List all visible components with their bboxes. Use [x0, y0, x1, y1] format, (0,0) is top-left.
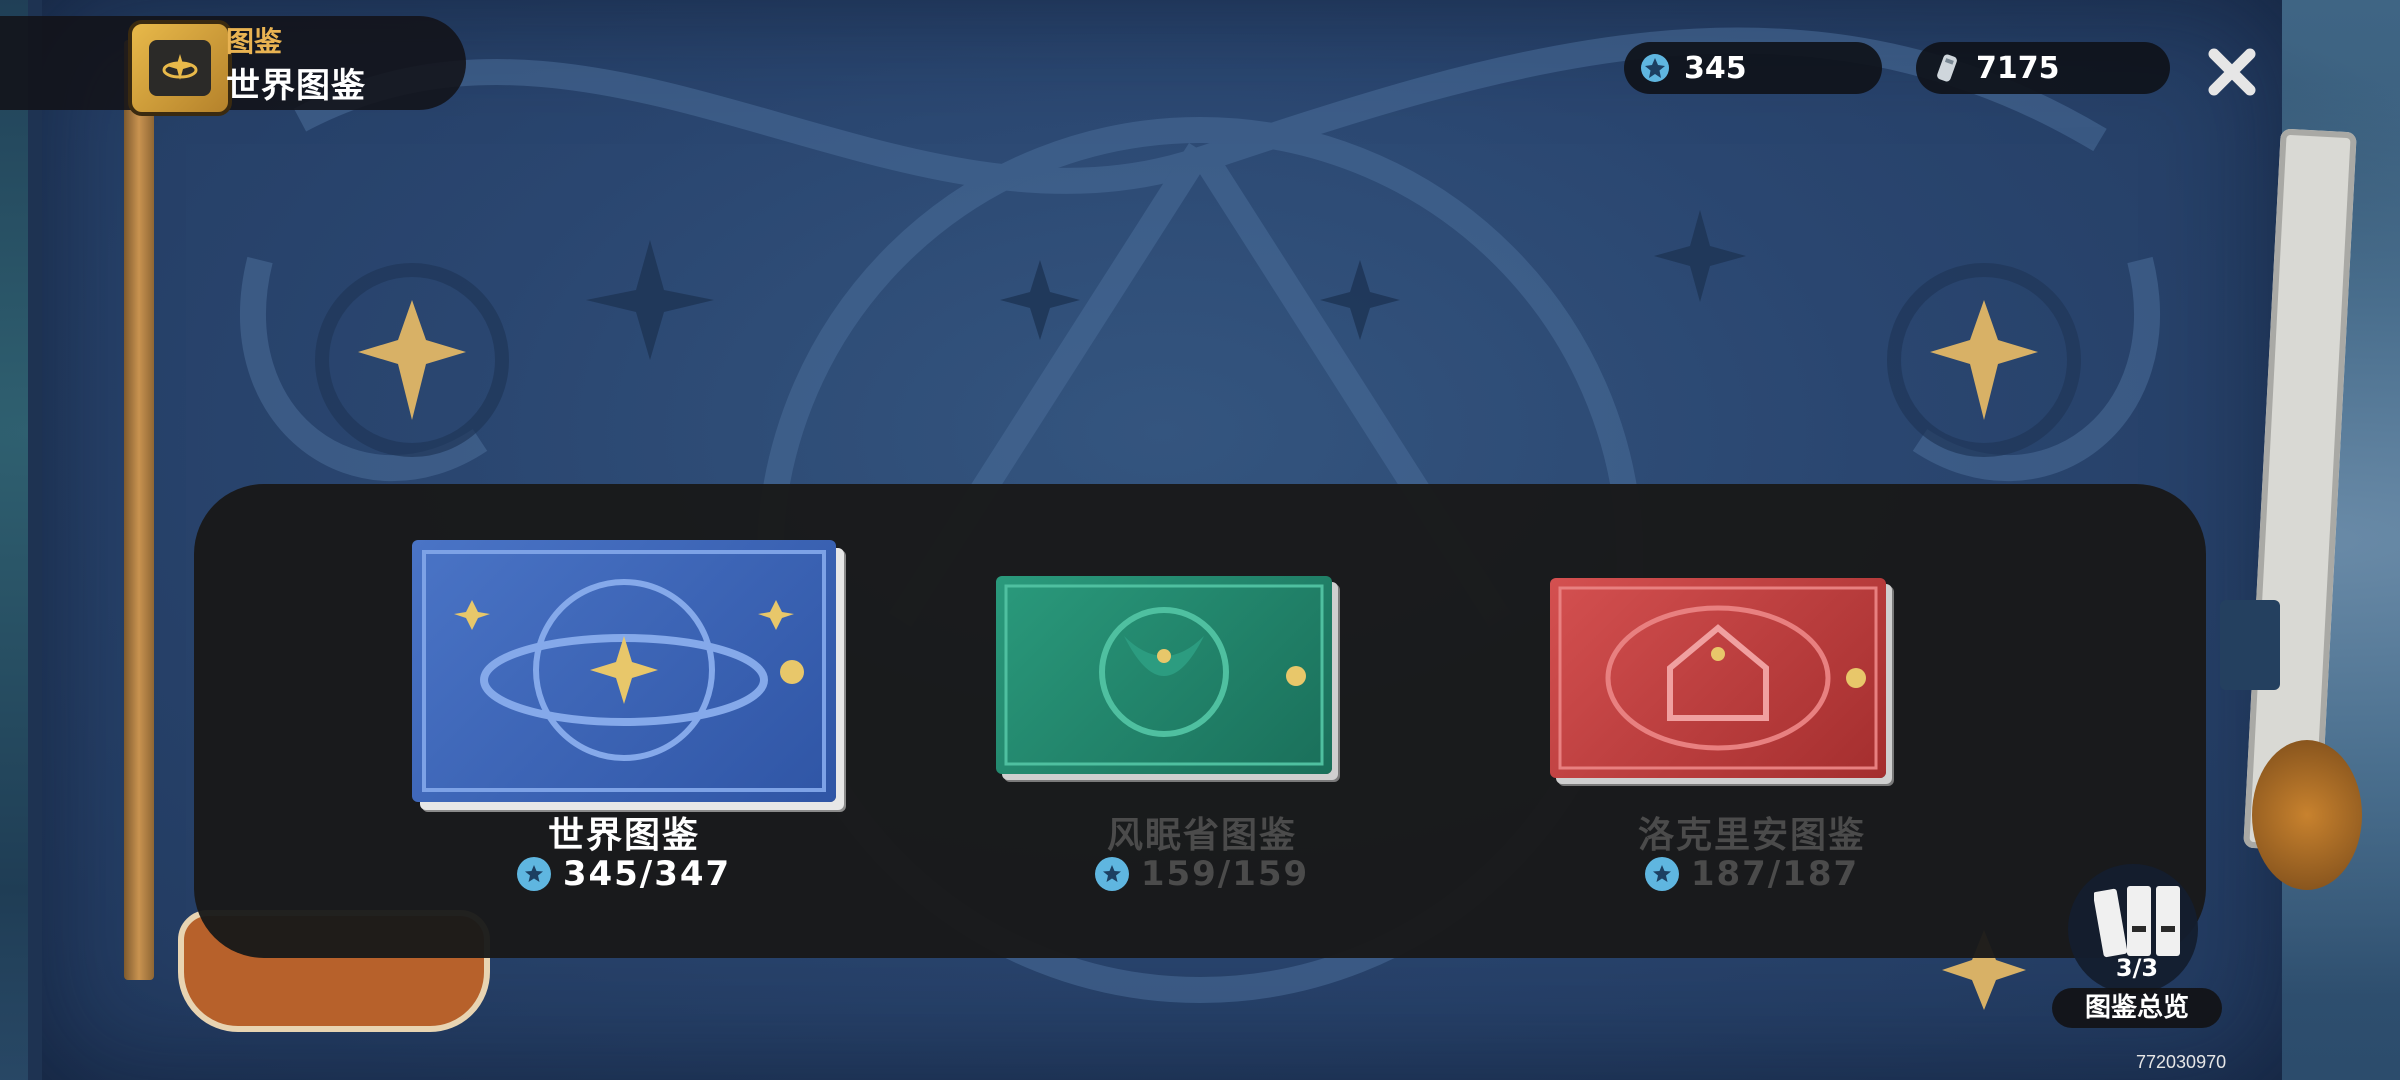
lokerian-codex-book-icon: [1550, 578, 1886, 778]
codex-selection-panel: 世界图鉴 345/347 风眠省图鉴 159/159 洛克里安图鉴 187/18…: [194, 484, 2206, 958]
coin-count: 7175: [1976, 50, 2060, 86]
book-progress: 187/187: [1522, 854, 1982, 894]
book-title: 风眠省图鉴: [1106, 815, 1297, 856]
book-card-fengmian[interactable]: 风眠省图鉴 159/159: [972, 484, 1432, 958]
star-count: 345: [1684, 50, 1747, 86]
book-progress: 159/159: [972, 854, 1432, 894]
coin-currency-counter: 7175: [1916, 42, 2170, 94]
book-card-world[interactable]: 世界图鉴 345/347: [394, 484, 854, 958]
close-icon: [2208, 48, 2256, 96]
progress-value: 187/187: [1690, 854, 1860, 894]
star-badge-icon: [1644, 857, 1679, 891]
page-title: 世界图鉴: [226, 66, 366, 106]
book-title: 世界图鉴: [547, 815, 700, 856]
book-progress: 345/347: [394, 854, 854, 894]
star-badge-icon: [1640, 53, 1670, 83]
star-currency-counter: 345: [1624, 42, 1882, 94]
progress-value: 159/159: [1140, 854, 1310, 894]
books-shelf-icon: [2094, 886, 2180, 958]
star-badge-icon: [1094, 857, 1129, 891]
close-button[interactable]: [2200, 40, 2264, 104]
header-category: 图鉴: [226, 25, 283, 58]
coin-stack-icon: [1932, 53, 1962, 83]
progress-value: 345/347: [562, 854, 732, 894]
book-card-lokerian[interactable]: 洛克里安图鉴 187/187: [1522, 484, 1982, 958]
codex-icon: [128, 20, 232, 116]
star-badge-icon: [516, 857, 551, 891]
overview-fraction: 3/3: [2115, 954, 2159, 982]
world-codex-book-icon: [412, 540, 836, 802]
book-title: 洛克里安图鉴: [1637, 815, 1866, 856]
user-id: 772030970: [2136, 1052, 2227, 1072]
fengmian-codex-book-icon: [996, 576, 1332, 774]
codex-overview-button[interactable]: 3/3 图鉴总览: [2052, 864, 2222, 1034]
overview-label: 图鉴总览: [2052, 988, 2222, 1028]
